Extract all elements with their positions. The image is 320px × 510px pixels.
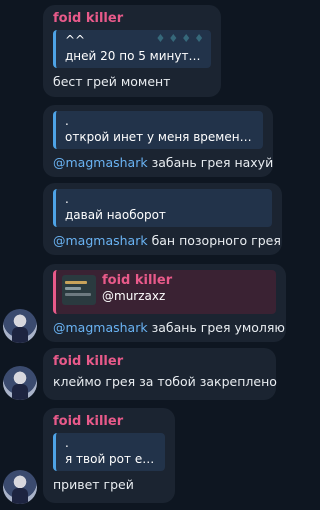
reply-preview[interactable]: ♦♦♦♦ ^^ дней 20 по 5 минут ка... [53, 30, 211, 68]
reply-text: я твой рот ебал [65, 452, 158, 466]
user-avatar[interactable] [3, 309, 37, 343]
reply-preview[interactable]: . я твой рот ебал [53, 433, 165, 471]
chat-history[interactable]: foid killer ♦♦♦♦ ^^ дней 20 по 5 минут к… [0, 0, 293, 510]
reply-author: . [65, 192, 69, 206]
user-mention[interactable]: @magmashark [53, 233, 148, 248]
sender-name[interactable]: foid killer [53, 11, 211, 27]
message-bubble[interactable]: . давай наоборот @magmashark бан позорно… [43, 183, 282, 255]
reply-thumbnail [62, 275, 96, 305]
user-avatar[interactable] [3, 366, 37, 400]
message-bubble[interactable]: foid killer ♦♦♦♦ ^^ дней 20 по 5 минут к… [43, 5, 221, 97]
message-bubble[interactable]: foid killer @murzaxz @magmashark забань … [43, 264, 286, 342]
reply-text: @murzaxz [102, 289, 166, 303]
message-bubble[interactable]: . открой инет у меня времени ... @magmas… [43, 105, 273, 177]
message-body: забань грея нахуй [147, 155, 274, 170]
message-text: бест грей момент [53, 74, 171, 89]
reply-preview[interactable]: foid killer @murzaxz [53, 270, 276, 314]
reply-text: открой инет у меня времени ... [65, 130, 256, 144]
reply-preview[interactable]: . давай наоборот [53, 189, 272, 227]
reply-author: . [65, 436, 69, 450]
reply-text: давай наоборот [65, 208, 166, 222]
sticker-pattern-icon: ♦♦♦♦ [155, 32, 207, 45]
message-text: @magmashark забань грея нахуй [53, 154, 273, 171]
sender-name[interactable]: foid killer [53, 414, 165, 430]
reply-text: дней 20 по 5 минут ка... [65, 49, 204, 63]
reply-author: . [65, 114, 69, 128]
message-text: клеймо грея за тобой закреплено [53, 374, 277, 389]
message-text: привет грей [53, 477, 134, 492]
message-text: @magmashark забань грея умоляю [53, 319, 285, 336]
sender-name[interactable]: foid killer [53, 354, 266, 370]
message-bubble[interactable]: foid killer клеймо грея за тобой закрепл… [43, 348, 277, 400]
message-bubble[interactable]: foid killer . я твой рот ебал привет гре… [43, 408, 175, 503]
message-body: забань грея умоляю [147, 320, 285, 335]
user-avatar[interactable] [3, 470, 37, 504]
reply-preview[interactable]: . открой инет у меня времени ... [53, 111, 263, 149]
message-body: бан позорного грея [147, 233, 281, 248]
user-mention[interactable]: @magmashark [53, 320, 148, 335]
message-text: @magmashark бан позорного грея [53, 232, 281, 249]
reply-author: foid killer [102, 273, 173, 288]
user-mention[interactable]: @magmashark [53, 155, 148, 170]
